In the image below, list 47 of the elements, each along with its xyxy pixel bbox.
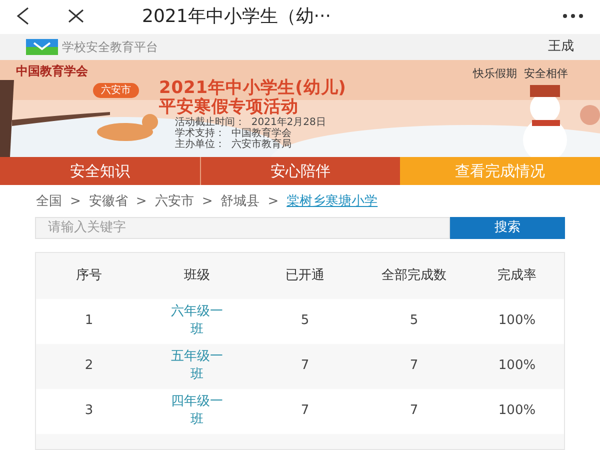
table-cell-text: 100% — [497, 312, 537, 330]
banner-title: 2021年中小学生(幼儿) — [159, 78, 346, 98]
separator-text: > — [202, 193, 213, 211]
column-header: 全部完成数 — [380, 267, 448, 284]
separator-text: > — [268, 193, 279, 211]
class-link[interactable]: 五年级一班 — [169, 348, 225, 384]
back-icon[interactable] — [16, 7, 30, 25]
logo-icon — [26, 39, 58, 55]
banner-info-text: 学术支持： 中国教育学会 — [175, 128, 292, 138]
site-name: 学校安全教育平台 — [62, 39, 158, 56]
motto-text: 快乐假期 安全相伴 — [473, 66, 568, 82]
table-cell-text: 5 — [300, 312, 310, 330]
tab[interactable]: 安全知识 — [0, 157, 200, 185]
table-cell-text: 3 — [84, 402, 94, 420]
banner-info-text: 活动截止时间： 2021年2月28日 — [175, 116, 327, 128]
breadcrumb-current-link[interactable]: 棠树乡寒塘小学 — [286, 192, 378, 212]
more-icon[interactable] — [562, 13, 584, 19]
class-link[interactable]: 四年级一班 — [169, 393, 225, 429]
search-button[interactable]: 搜索 — [450, 216, 565, 238]
table-cell-text: 100% — [497, 357, 537, 376]
breadcrumb-link[interactable]: 舒城县 — [220, 192, 260, 212]
table-cell-text: 7 — [408, 402, 420, 420]
table-cell-text: 7 — [408, 357, 420, 376]
class-link[interactable]: 六年级一班 — [169, 303, 225, 339]
table-cell-text: 100% — [497, 402, 537, 420]
table-cell-text: 7 — [300, 357, 310, 376]
banner-info-text: 主办单位： 六安市教育局 — [175, 138, 292, 150]
table-cell-text: 7 — [300, 402, 310, 420]
table-cell-text: 5 — [408, 312, 420, 330]
user-name: 王成 — [548, 38, 574, 56]
logo-text: 中国教育学会 — [16, 64, 88, 78]
column-header: 完成率 — [496, 267, 538, 284]
column-header: 序号 — [75, 267, 103, 284]
tab[interactable]: 安心陪伴 — [200, 157, 400, 185]
breadcrumb-link[interactable]: 六安市 — [154, 192, 194, 212]
table-cell-text: 2 — [84, 357, 94, 376]
page-title: 2021年中小学生（幼··· — [142, 4, 331, 28]
breadcrumb-link[interactable]: 全国 — [36, 192, 62, 212]
table-cell-text: 1 — [84, 312, 94, 330]
breadcrumb-link[interactable]: 安徽省 — [88, 192, 128, 212]
column-header: 已开通 — [284, 267, 326, 284]
search-field[interactable]: 请输入关键字 — [35, 216, 450, 238]
separator-text: > — [136, 193, 147, 211]
column-header: 班级 — [183, 267, 211, 284]
separator-text: > — [70, 193, 81, 211]
banner-title: 平安寒假专项活动 — [159, 98, 300, 116]
close-icon[interactable] — [68, 9, 84, 23]
